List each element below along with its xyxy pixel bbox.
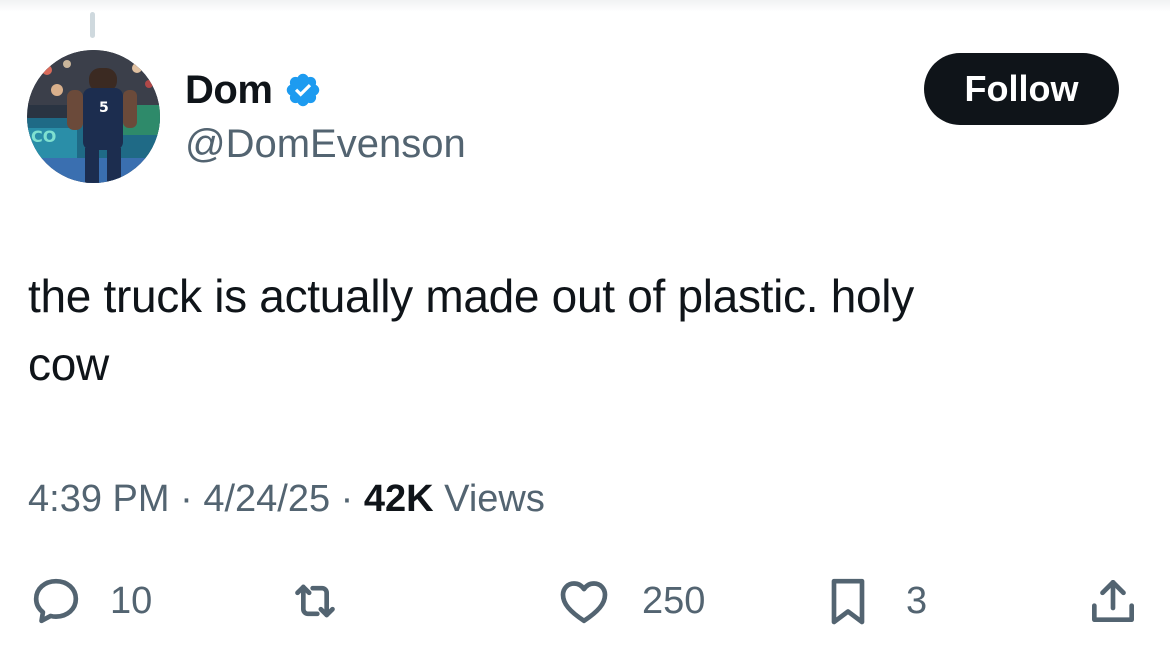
bookmark-button[interactable]: 3	[820, 570, 927, 632]
author-handle[interactable]: @DomEvenson	[185, 120, 466, 168]
author-name-row[interactable]: Dom	[185, 64, 322, 116]
tweet-page: 5 CO Dom @DomEvenson Follow the truck is…	[0, 0, 1170, 653]
meta-separator: ·	[340, 478, 354, 520]
avatar[interactable]: 5 CO	[27, 50, 160, 183]
verified-badge-icon	[287, 73, 320, 107]
like-count: 250	[642, 579, 706, 622]
repost-button[interactable]	[287, 570, 343, 632]
top-divider	[0, 0, 1170, 12]
tweet-time[interactable]: 4:39 PM	[28, 478, 170, 520]
share-button[interactable]	[1085, 570, 1141, 632]
follow-button[interactable]: Follow	[924, 53, 1119, 125]
bookmark-count: 3	[906, 579, 928, 622]
svg-text:5: 5	[99, 100, 109, 116]
meta-separator: ·	[180, 478, 193, 520]
heart-icon	[560, 581, 608, 624]
reply-button[interactable]: 10	[28, 570, 152, 632]
views-count: 42K	[363, 478, 434, 520]
tweet-text: the truck is actually made out of plasti…	[28, 270, 914, 390]
svg-text:CO: CO	[31, 127, 56, 146]
reply-icon	[33, 578, 79, 624]
bookmark-icon	[831, 578, 865, 625]
tweet-date[interactable]: 4/24/25	[203, 478, 330, 520]
repost-icon	[295, 584, 335, 618]
views-label: Views	[444, 478, 545, 520]
author-display-name[interactable]: Dom	[185, 68, 273, 113]
share-icon	[1092, 580, 1134, 622]
basketball-player-avatar-icon: 5 CO	[27, 50, 160, 183]
tweet-actions: 10 250 3	[0, 570, 1170, 632]
reply-count: 10	[110, 579, 153, 622]
like-button[interactable]: 250	[556, 570, 705, 632]
thread-connector-line	[90, 12, 95, 38]
tweet-meta: 4:39 PM · 4/24/25 · 42K Views	[28, 475, 545, 523]
